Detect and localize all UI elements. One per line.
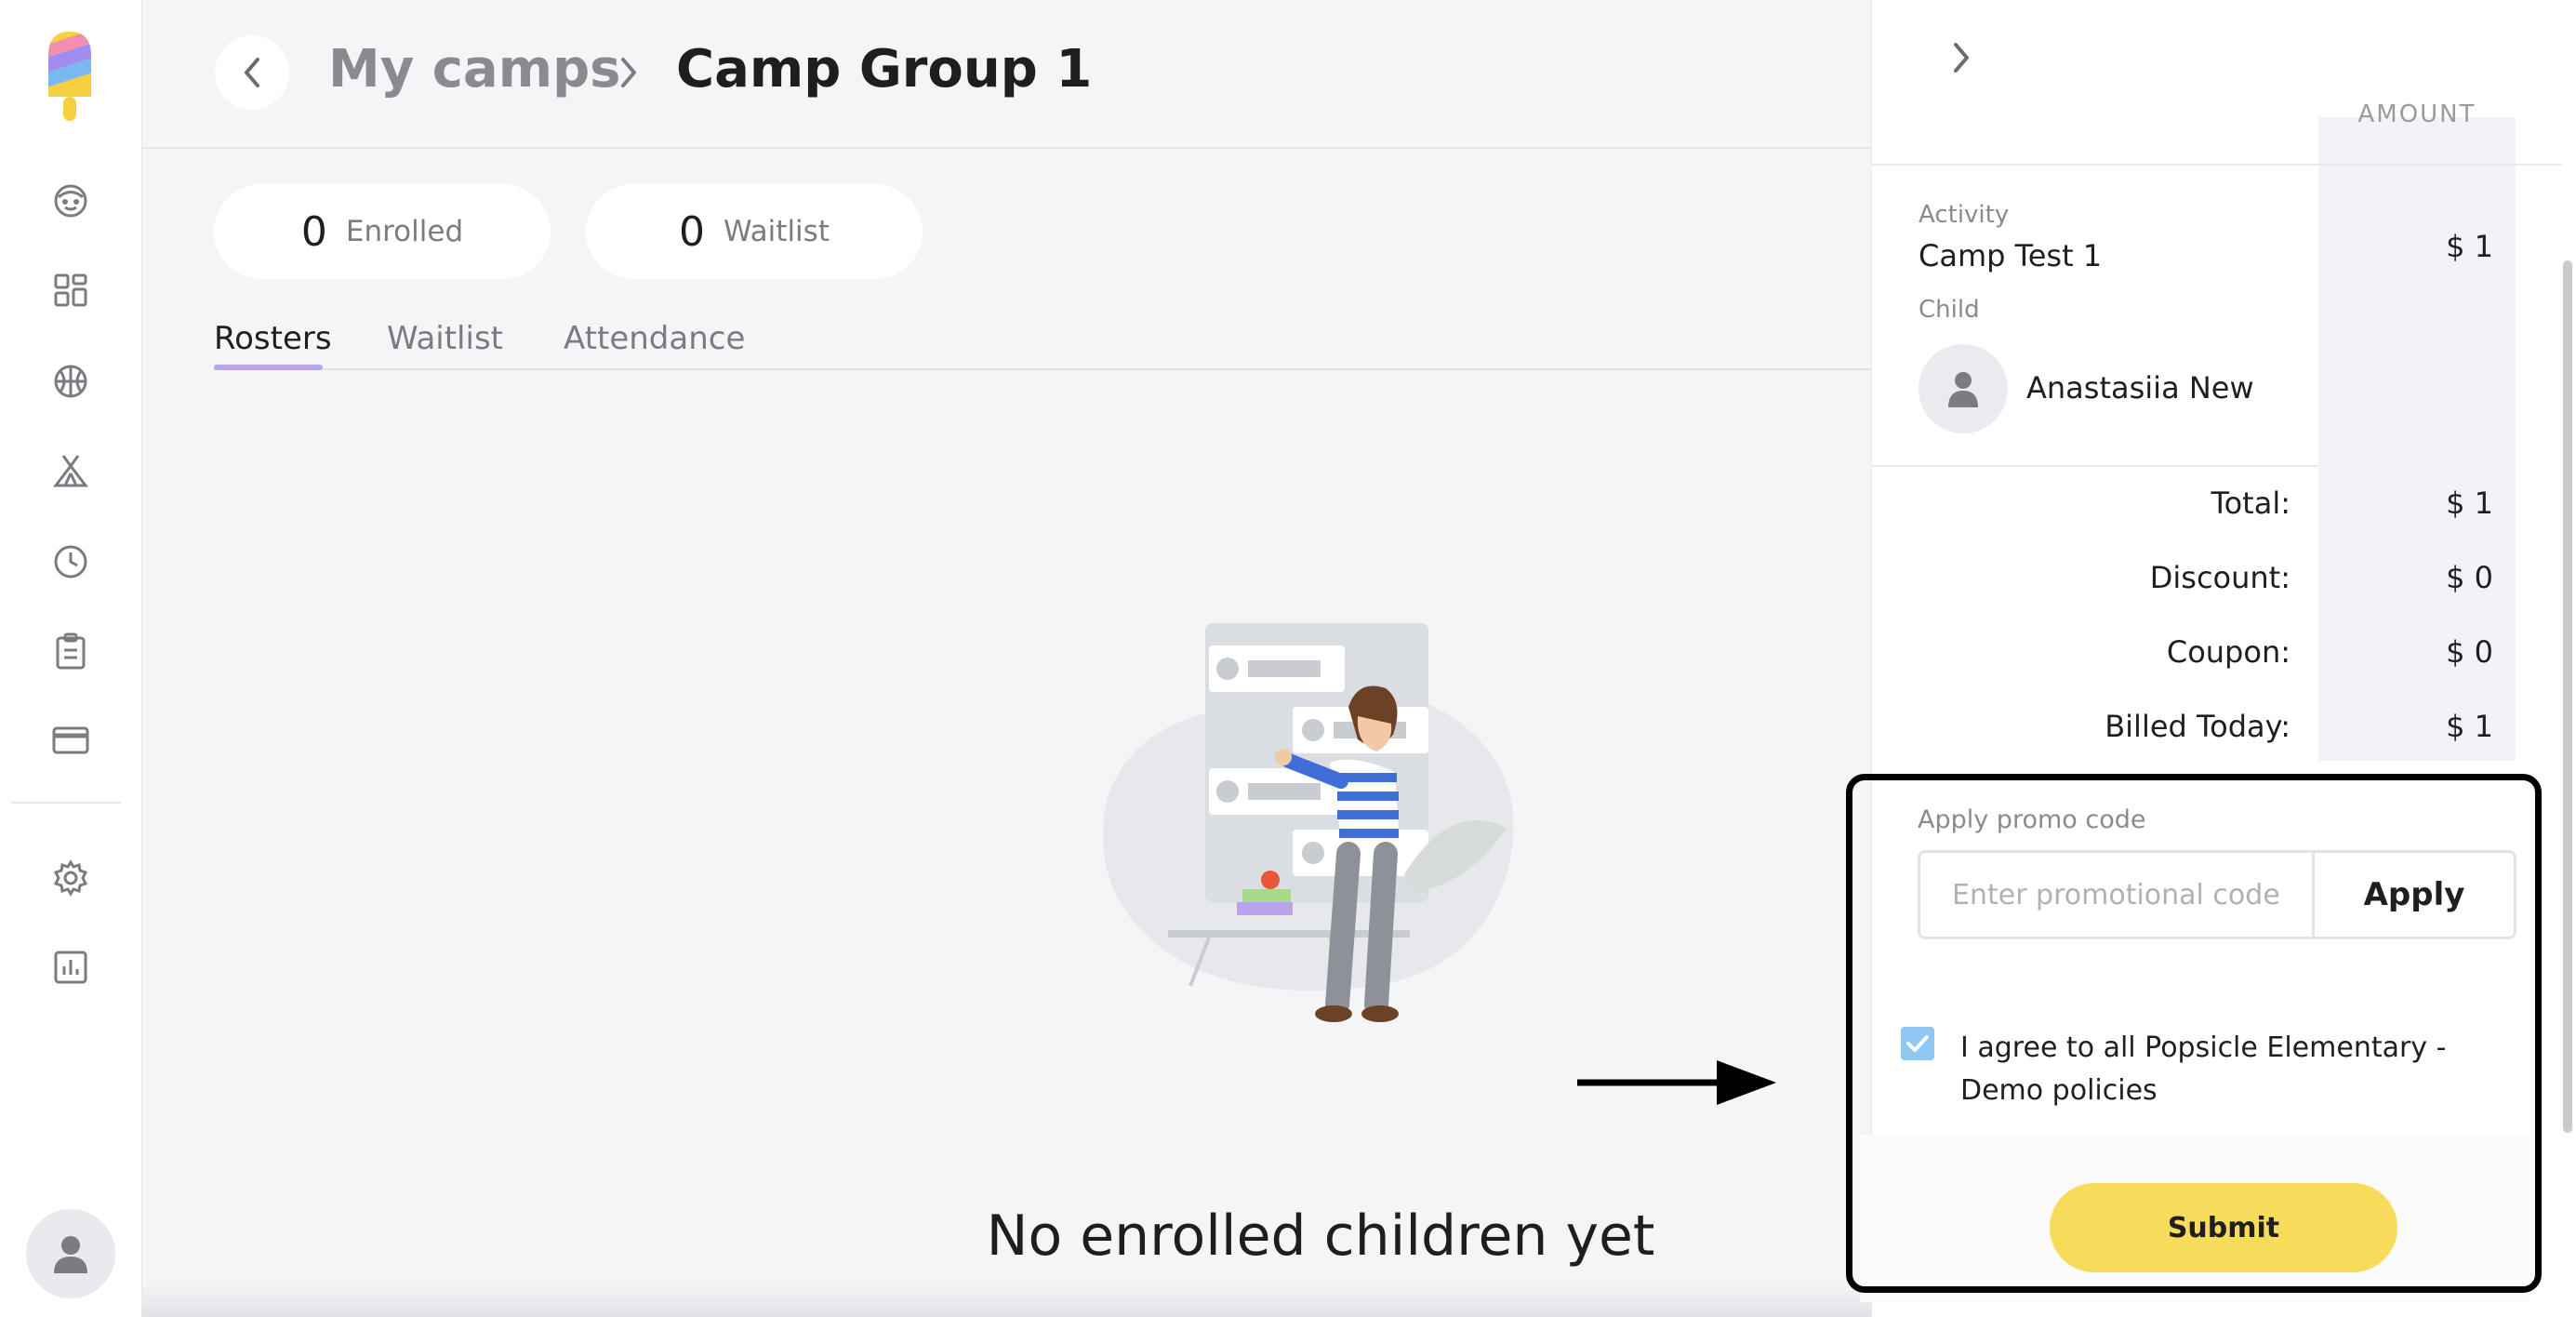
- nav-activities[interactable]: [43, 353, 99, 409]
- gear-icon: [53, 859, 88, 897]
- clock-icon: [54, 545, 87, 579]
- tab-attendance[interactable]: Attendance: [564, 320, 745, 357]
- enrolled-stat: 0 Enrolled: [214, 184, 551, 279]
- user-avatar-icon: [54, 1236, 87, 1273]
- activity-name: Camp Test 1: [1919, 238, 2103, 273]
- reports-chart-icon: [54, 951, 87, 984]
- waitlist-label: Waitlist: [724, 215, 830, 248]
- chevron-right-icon: [1954, 43, 1969, 73]
- total-label: Total:: [2211, 486, 2291, 521]
- coupon-value: $ 0: [2446, 634, 2493, 670]
- active-tab-indicator: [214, 365, 323, 370]
- waitlist-count: 0: [679, 207, 706, 256]
- panel-scrollbar[interactable]: [2563, 260, 2572, 1133]
- apply-promo-button[interactable]: Apply: [2312, 850, 2516, 939]
- tab-waitlist[interactable]: Waitlist: [387, 320, 503, 357]
- dashboard-icon: [54, 273, 87, 307]
- activity-amount: $ 1: [2446, 229, 2493, 264]
- discount-label: Discount:: [2149, 560, 2291, 595]
- nav-reports[interactable]: [43, 939, 99, 995]
- child-avatar: [1919, 344, 2008, 433]
- breadcrumb-parent[interactable]: My camps: [328, 39, 620, 100]
- activities-ball-icon: [54, 365, 87, 398]
- nav-divider: [11, 802, 121, 804]
- nav-dashboard[interactable]: [43, 262, 99, 318]
- billed-today-value: $ 1: [2446, 709, 2493, 744]
- clipboard-icon: [56, 632, 86, 670]
- chevron-left-icon: [245, 58, 259, 87]
- empty-state-message: No enrolled children yet: [986, 1204, 1655, 1269]
- nav-children[interactable]: [43, 173, 99, 229]
- child-label: Child: [1919, 296, 1980, 324]
- nav-settings[interactable]: [43, 850, 99, 906]
- total-value: $ 1: [2446, 486, 2493, 521]
- agree-policies-checkbox[interactable]: [1901, 1027, 1934, 1060]
- popsicle-logo[interactable]: [41, 28, 99, 125]
- camp-tent-icon: [52, 455, 89, 487]
- amount-column-header: AMOUNT: [2357, 100, 2476, 128]
- empty-roster-illustration: [1103, 623, 1514, 1022]
- submit-button[interactable]: Submit: [2050, 1183, 2397, 1272]
- chevron-right-icon: [621, 58, 636, 87]
- agree-policies-text: I agree to all Popsicle Elementary - Dem…: [1960, 1031, 2447, 1107]
- tab-bar: Rosters Waitlist Attendance: [214, 318, 1888, 370]
- discount-value: $ 0: [2446, 560, 2493, 595]
- nav-forms[interactable]: [43, 623, 99, 679]
- back-button[interactable]: [215, 35, 289, 110]
- user-avatar[interactable]: [26, 1209, 115, 1298]
- nav-camps[interactable]: [43, 443, 99, 499]
- child-face-icon: [54, 184, 87, 218]
- page-header: My camps Camp Group 1: [142, 0, 1872, 149]
- child-name: Anastasiia New: [2026, 370, 2254, 406]
- promo-code-input[interactable]: [1918, 850, 2312, 939]
- coupon-label: Coupon:: [2166, 634, 2291, 670]
- promo-code-label: Apply promo code: [1918, 805, 2146, 834]
- activity-label: Activity: [1919, 201, 2010, 229]
- enrolled-label: Enrolled: [345, 215, 464, 248]
- header-divider: [1872, 164, 2562, 166]
- checkmark-icon: [1906, 1035, 1929, 1052]
- collapse-panel-button[interactable]: [1943, 33, 1980, 82]
- billed-today-label: Billed Today:: [2105, 709, 2291, 744]
- credit-card-icon: [52, 726, 89, 754]
- arrow-annotation: [1577, 1060, 1776, 1105]
- sidebar: [0, 0, 142, 1317]
- user-avatar-icon: [1948, 372, 1978, 407]
- enrolled-count: 0: [300, 207, 327, 256]
- nav-schedule[interactable]: [43, 534, 99, 590]
- tab-rosters-label: Rosters: [214, 320, 332, 357]
- tab-rosters[interactable]: Rosters: [214, 320, 332, 370]
- items-divider: [1872, 465, 2318, 467]
- bottom-shadow: [142, 1284, 1872, 1317]
- nav-billing[interactable]: [43, 712, 99, 768]
- waitlist-stat: 0 Waitlist: [586, 184, 923, 279]
- page-title: Camp Group 1: [676, 39, 1093, 100]
